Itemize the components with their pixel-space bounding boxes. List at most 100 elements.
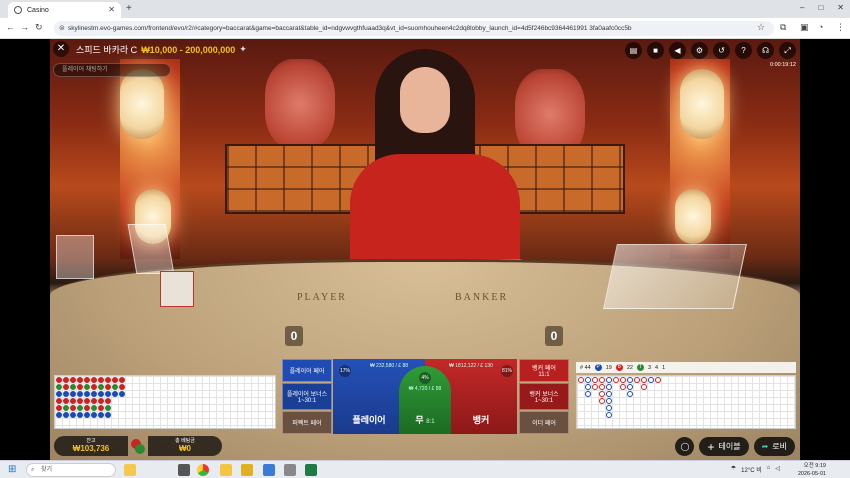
balance: 잔고 ₩103,736 [54, 436, 128, 456]
lantern-left [120, 69, 164, 139]
bead-road[interactable] [54, 375, 276, 429]
sound-icon[interactable]: ◀ [669, 42, 686, 59]
stats-banker-badge: B [615, 364, 623, 371]
road-mark [620, 384, 626, 390]
close-window-button[interactable]: ✕ [837, 3, 844, 12]
bead [56, 377, 62, 383]
road-mark [606, 377, 612, 383]
tool-icon[interactable] [284, 464, 296, 476]
maximize-button[interactable]: □ [818, 3, 823, 12]
reload-icon[interactable]: ↻ [35, 22, 43, 33]
road-mark [599, 398, 605, 404]
tab-close-icon[interactable]: ✕ [108, 5, 115, 14]
tables-button[interactable]: + 테이블 [699, 437, 749, 456]
settings-icon[interactable]: ⚙ [691, 42, 708, 59]
bead [119, 384, 125, 390]
big-road[interactable] [576, 375, 796, 429]
forward-icon[interactable]: → [20, 22, 29, 32]
bead [91, 398, 97, 404]
total-bet-value: ₩0 [179, 444, 191, 453]
road-mark [634, 377, 640, 383]
new-tab-button[interactable]: + [126, 3, 132, 14]
road-mark [599, 391, 605, 397]
road-mark [613, 377, 619, 383]
chat-icon[interactable]: ▤ [625, 42, 642, 59]
bead [56, 405, 62, 411]
road-mark [606, 391, 612, 397]
chips-icon [130, 436, 146, 456]
favorite-star-icon[interactable]: ✦ [239, 44, 247, 55]
banker-score: 0 [545, 326, 563, 346]
excel-icon[interactable] [305, 464, 317, 476]
url-field[interactable]: ⊜ skylinestm.evo-games.com/frontend/evo/… [54, 21, 774, 36]
folder-icon[interactable] [241, 464, 253, 476]
player-pair-bet[interactable]: 플레이어 페어 [282, 359, 332, 382]
start-icon[interactable]: ⊞ [8, 464, 16, 475]
banker-bonus-odds: 1~30:1 [534, 398, 554, 404]
bead [70, 412, 76, 418]
widget-icon[interactable] [124, 464, 136, 476]
profile-icon[interactable]: ◔ [818, 22, 823, 32]
stats-tie-count: 3 [647, 364, 652, 371]
card-shoe [603, 244, 747, 309]
site-info-icon[interactable]: ⊜ [59, 21, 65, 36]
network-icon[interactable]: ⌂ [767, 465, 771, 474]
road-mark [578, 377, 584, 383]
split-view-icon[interactable]: ▣ [800, 22, 809, 33]
chat-bubble-icon[interactable]: ◯ [675, 437, 695, 456]
explorer-icon[interactable] [220, 464, 232, 476]
help-icon[interactable]: ? [735, 42, 752, 59]
menu-icon[interactable]: ⋮ [836, 22, 845, 33]
close-game-button[interactable]: ✕ [53, 41, 69, 57]
bead [63, 398, 69, 404]
bookmark-star-icon[interactable]: ☆ [757, 22, 765, 33]
stats-total: # 44 [580, 364, 591, 371]
bead [91, 412, 97, 418]
bead [70, 384, 76, 390]
system-tray: ☂ 12°C 비 ⌂ ◁ [731, 465, 780, 474]
tables-label: 테이블 [718, 442, 741, 451]
bead [91, 377, 97, 383]
support-icon[interactable]: ☊ [757, 42, 774, 59]
tie-bet[interactable]: 4% ₩ 4,720 / £ 88 무 8:1 [399, 366, 451, 434]
clock[interactable]: 오전 9:19 2026-05-01 [798, 462, 826, 478]
bead [91, 391, 97, 397]
volume-icon[interactable]: ◁ [775, 465, 780, 474]
taskbar-search[interactable]: ⌕ 찾기 [26, 463, 116, 477]
bead [77, 391, 83, 397]
bead [77, 405, 83, 411]
road-mark [627, 384, 633, 390]
total-bet: 총 베팅금 ₩0 [148, 436, 222, 456]
bead [91, 384, 97, 390]
either-pair-label: 이더 페어 [532, 421, 556, 427]
either-pair-bet[interactable]: 이더 페어 [519, 411, 569, 434]
browser-tab[interactable]: Casino ✕ [8, 2, 121, 18]
bead [98, 405, 104, 411]
fullscreen-icon[interactable]: ⤢ [779, 42, 796, 59]
lobby-button[interactable]: ➦ 로비 [753, 437, 795, 456]
banker-bonus-bet[interactable]: 뱅커 보너스 1~30:1 [519, 383, 569, 410]
minimize-button[interactable]: – [800, 3, 804, 12]
lobby-icon: ➦ [761, 442, 769, 451]
plus-icon: + [707, 439, 715, 454]
chrome-icon[interactable] [197, 464, 209, 476]
bead [77, 377, 83, 383]
bead [63, 384, 69, 390]
history-icon[interactable]: ↺ [713, 42, 730, 59]
back-icon[interactable]: ← [6, 22, 15, 32]
player-pair-label: 플레이어 페어 [289, 369, 325, 375]
banker-pair-bet[interactable]: 뱅커 페어 11:1 [519, 359, 569, 382]
extensions-icon[interactable]: ⧉ [780, 22, 786, 33]
round-stats: # 44 P 19 B 22 T 3 4 1 [576, 362, 796, 373]
bet-limits[interactable]: ₩10,000 - 200,000,000 [141, 45, 235, 55]
task-view-icon[interactable] [178, 464, 190, 476]
road-mark [627, 391, 633, 397]
store-icon[interactable] [263, 464, 275, 476]
chat-input[interactable]: 플레이어 채팅하기 [53, 63, 171, 77]
lantern-right-lower [675, 189, 711, 244]
bead [70, 377, 76, 383]
video-icon[interactable]: ■ [647, 42, 664, 59]
search-icon: ⌕ [31, 467, 35, 473]
game-title: 스피드 바카라 C [76, 45, 138, 55]
player-bonus-bet[interactable]: 플레이어 보너스 1~30:1 [282, 383, 332, 410]
